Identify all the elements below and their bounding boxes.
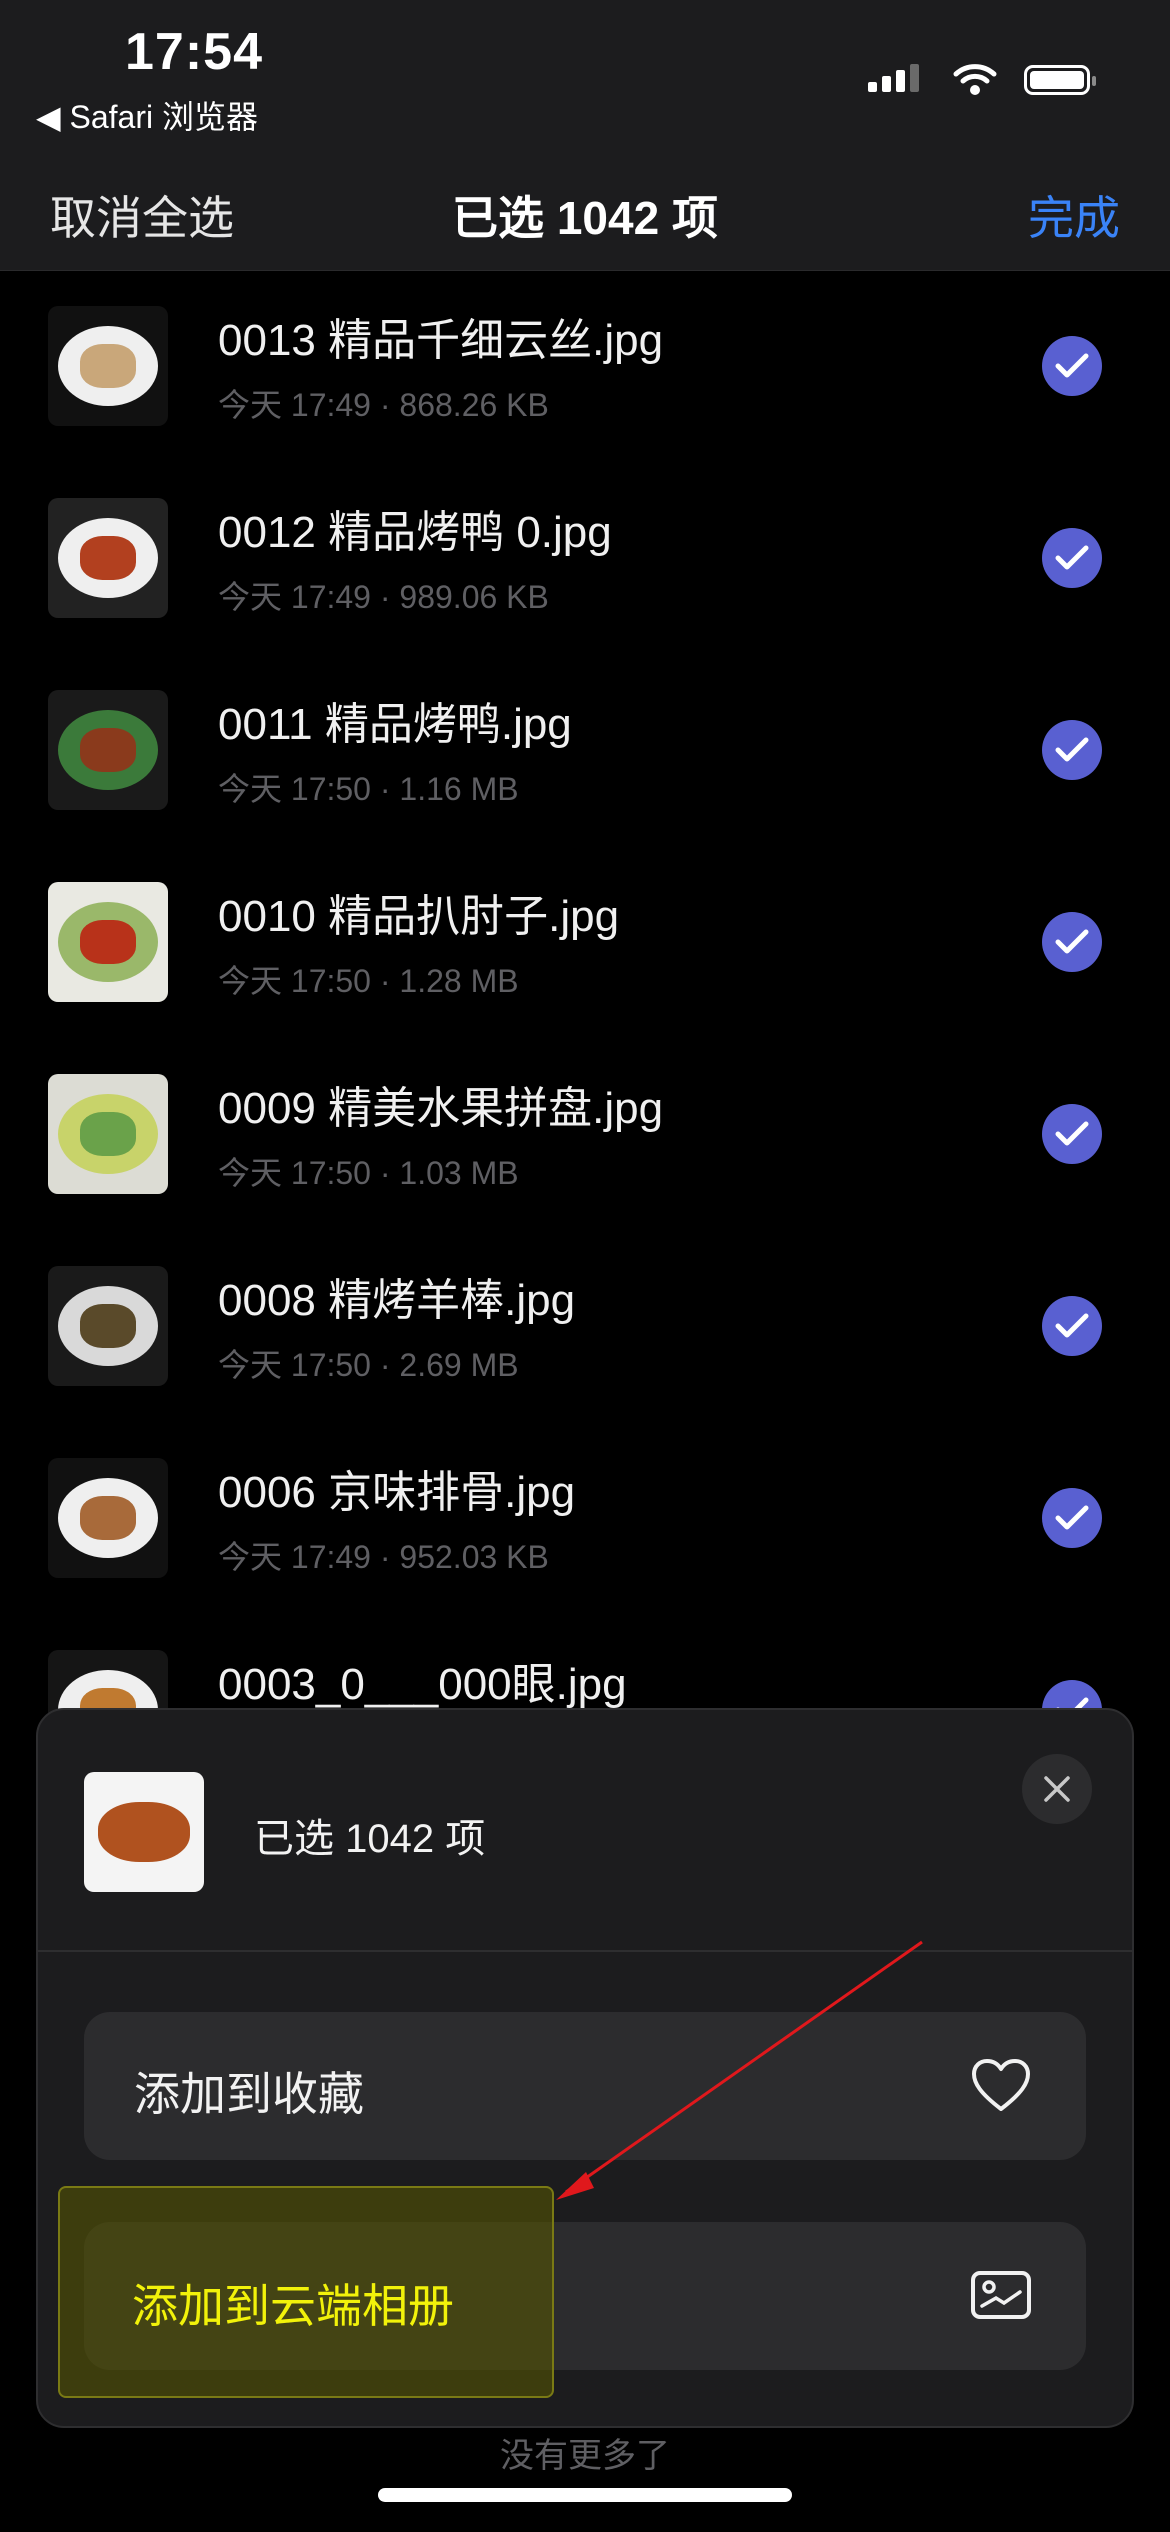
status-icons bbox=[866, 60, 1096, 100]
page-title: 已选 1042 项 bbox=[452, 192, 718, 244]
home-indicator[interactable] bbox=[378, 2488, 792, 2502]
list-item[interactable]: 0011 精品烤鸭.jpg 今天 17:50 · 1.16 MB bbox=[0, 654, 1170, 846]
list-item[interactable]: 0012 精品烤鸭 0.jpg 今天 17:49 · 989.06 KB bbox=[0, 462, 1170, 654]
status-bar: 17:54 ◀ Safari 浏览器 bbox=[0, 0, 1170, 160]
add-to-cloud-album-label: 添加到云端相册 bbox=[132, 2280, 454, 2332]
close-icon bbox=[1044, 1776, 1070, 1802]
file-thumbnail bbox=[48, 498, 168, 618]
sheet-title: 已选 1042 项 bbox=[254, 1817, 486, 1861]
file-meta: 今天 17:49 · 868.26 KB bbox=[218, 387, 549, 423]
divider bbox=[38, 1950, 1132, 1952]
file-meta: 今天 17:50 · 2.69 MB bbox=[218, 1347, 519, 1383]
file-thumbnail bbox=[48, 1458, 168, 1578]
status-time: 17:54 bbox=[125, 23, 263, 81]
file-name: 0012 精品烤鸭 0.jpg bbox=[218, 508, 612, 557]
cellular-signal-icon bbox=[868, 64, 919, 92]
file-thumbnail bbox=[48, 1074, 168, 1194]
file-name: 0009 精美水果拼盘.jpg bbox=[218, 1084, 664, 1133]
file-meta: 今天 17:50 · 1.28 MB bbox=[218, 963, 519, 999]
checkmark-icon[interactable] bbox=[1042, 720, 1102, 780]
end-of-list-text: 没有更多了 bbox=[500, 2437, 670, 2475]
file-name: 0011 精品烤鸭.jpg bbox=[218, 700, 572, 749]
file-name: 0006 京味排骨.jpg bbox=[218, 1468, 576, 1517]
checkmark-icon[interactable] bbox=[1042, 912, 1102, 972]
file-thumbnail bbox=[48, 306, 168, 426]
checkmark-icon[interactable] bbox=[1042, 1296, 1102, 1356]
checkmark-icon[interactable] bbox=[1042, 1488, 1102, 1548]
add-to-favorites-button[interactable]: 添加到收藏 bbox=[84, 2012, 1086, 2160]
heart-icon bbox=[966, 2050, 1036, 2120]
list-item[interactable]: 0009 精美水果拼盘.jpg 今天 17:50 · 1.03 MB bbox=[0, 1038, 1170, 1230]
file-thumbnail bbox=[48, 690, 168, 810]
file-meta: 今天 17:50 · 1.03 MB bbox=[218, 1155, 519, 1191]
add-to-favorites-label: 添加到收藏 bbox=[134, 2068, 364, 2120]
file-name: 0010 精品扒肘子.jpg bbox=[218, 892, 620, 941]
checkmark-icon[interactable] bbox=[1042, 336, 1102, 396]
file-name: 0008 精烤羊棒.jpg bbox=[218, 1276, 576, 1325]
wifi-icon bbox=[953, 64, 997, 95]
done-button[interactable]: 完成 bbox=[1028, 182, 1120, 248]
selection-nav-bar: 取消全选 已选 1042 项 完成 bbox=[0, 160, 1170, 271]
file-name: 0013 精品千细云丝.jpg bbox=[218, 316, 664, 365]
list-item[interactable]: 0013 精品千细云丝.jpg 今天 17:49 · 868.26 KB bbox=[0, 270, 1170, 462]
file-name: 0003_0___000眼.jpg bbox=[218, 1660, 627, 1709]
checkmark-icon[interactable] bbox=[1042, 1104, 1102, 1164]
photo-album-icon bbox=[966, 2260, 1036, 2330]
file-thumbnail bbox=[48, 882, 168, 1002]
checkmark-icon[interactable] bbox=[1042, 528, 1102, 588]
file-thumbnail bbox=[48, 1266, 168, 1386]
file-meta: 今天 17:49 · 989.06 KB bbox=[218, 579, 549, 615]
list-item[interactable]: 0010 精品扒肘子.jpg 今天 17:50 · 1.28 MB bbox=[0, 846, 1170, 1038]
close-button[interactable] bbox=[1022, 1754, 1092, 1824]
battery-icon bbox=[1024, 65, 1096, 95]
file-meta: 今天 17:50 · 1.16 MB bbox=[218, 771, 519, 807]
list-item[interactable]: 0006 京味排骨.jpg 今天 17:49 · 952.03 KB bbox=[0, 1422, 1170, 1614]
back-to-safari-link[interactable]: ◀ Safari 浏览器 bbox=[36, 92, 258, 138]
file-list: 0013 精品千细云丝.jpg 今天 17:49 · 868.26 KB 001… bbox=[0, 270, 1170, 1806]
file-meta: 今天 17:49 · 952.03 KB bbox=[218, 1539, 549, 1575]
selection-thumbnail bbox=[84, 1772, 204, 1892]
list-item[interactable]: 0008 精烤羊棒.jpg 今天 17:50 · 2.69 MB bbox=[0, 1230, 1170, 1422]
